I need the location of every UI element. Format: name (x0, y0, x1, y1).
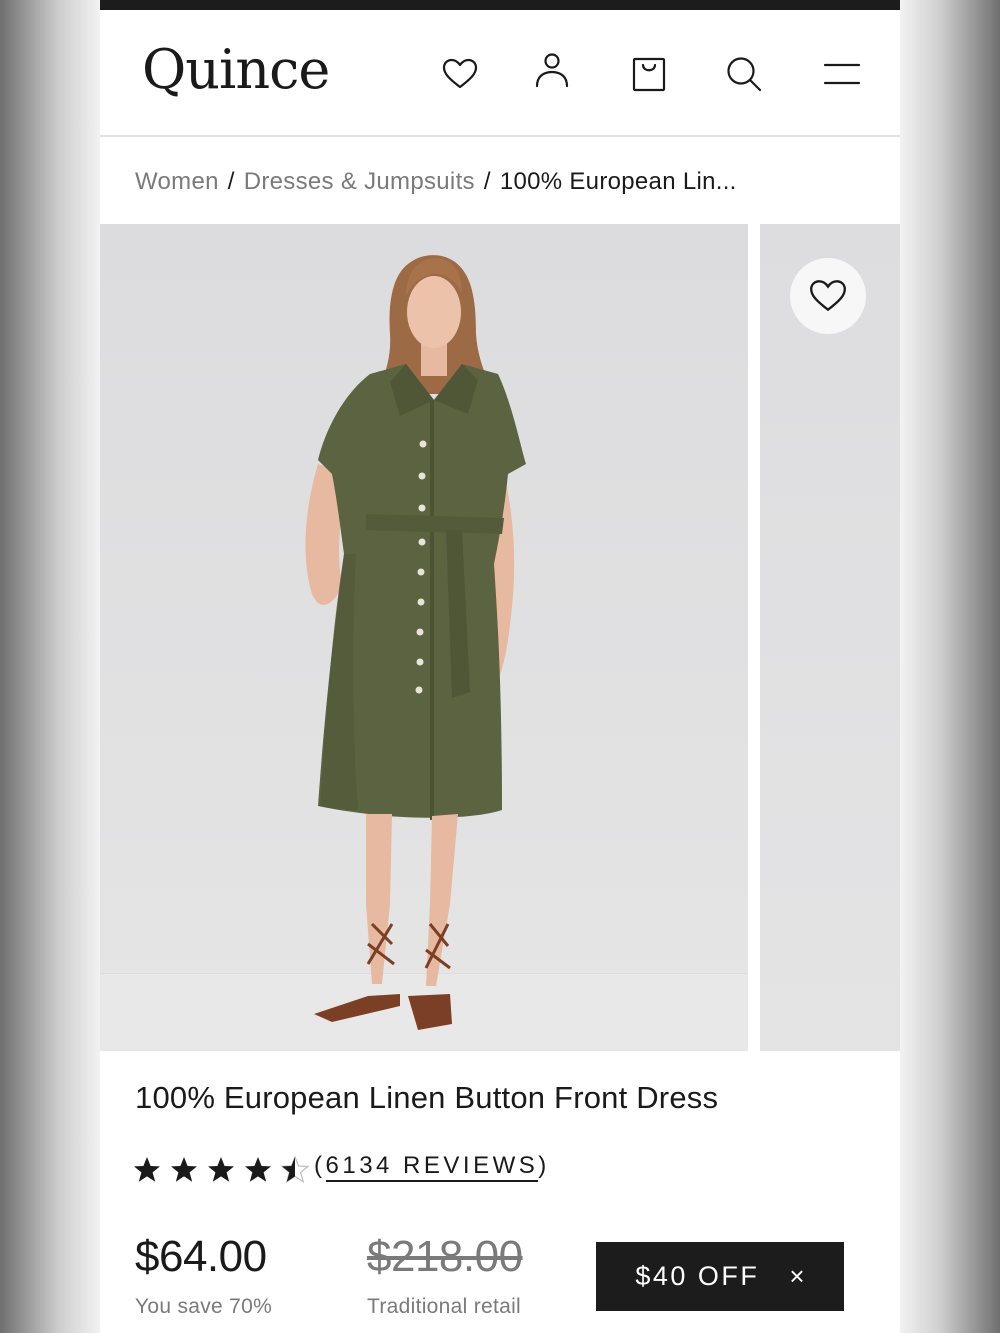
breadcrumb-dresses[interactable]: Dresses & Jumpsuits (244, 168, 475, 195)
breadcrumb-separator: / (483, 168, 491, 195)
reviews-paren-close: ) (538, 1152, 550, 1179)
wishlist-button[interactable] (438, 52, 482, 96)
add-to-wishlist-button[interactable] (790, 258, 866, 334)
breadcrumb-women[interactable]: Women (135, 168, 219, 195)
quince-logo[interactable]: Quince (142, 38, 330, 101)
reviews-paren-open: ( (314, 1152, 326, 1179)
product-image-next[interactable] (760, 224, 900, 1051)
model-wearing-dress (305, 255, 526, 1030)
menu-icon (823, 63, 861, 85)
account-icon (535, 53, 569, 88)
sale-price: $64.00 (135, 1232, 267, 1281)
star-half-icon (280, 1155, 310, 1184)
search-icon (727, 57, 762, 92)
star-full-icon (245, 1157, 271, 1182)
discount-label: $40 OFF (635, 1261, 760, 1291)
status-bar-edge (100, 0, 900, 10)
close-icon[interactable]: × (789, 1261, 804, 1292)
star-full-icon (134, 1157, 160, 1182)
product-page: Quince Women / Dresses & Jumpsuits / 100… (100, 10, 900, 1333)
heart-icon (810, 280, 846, 312)
product-title: 100% European Linen Button Front Dress (135, 1080, 719, 1115)
bag-icon (632, 57, 666, 92)
star-full-icon (171, 1157, 197, 1182)
retail-label: Traditional retail (367, 1295, 522, 1318)
menu-button[interactable] (820, 52, 864, 96)
breadcrumb-separator: / (227, 168, 235, 195)
shopping-bag-button[interactable] (627, 52, 671, 96)
search-button[interactable] (722, 52, 766, 96)
reviews-link[interactable]: (6134 REVIEWS) (314, 1152, 550, 1182)
savings-text: You save 70% (135, 1295, 273, 1318)
star-full-icon (208, 1157, 234, 1182)
site-header: Quince (100, 10, 900, 137)
breadcrumb: Women / Dresses & Jumpsuits / 100% European … (135, 168, 737, 196)
heart-icon (442, 58, 478, 89)
star-rating (130, 1153, 312, 1187)
reviews-count[interactable]: 6134 REVIEWS (325, 1152, 539, 1182)
breadcrumb-current: 100% European Lin... (499, 168, 737, 195)
discount-banner[interactable]: $40 OFF × (596, 1242, 844, 1311)
product-gallery[interactable] (100, 224, 900, 1051)
account-button[interactable] (530, 48, 574, 92)
product-image-main[interactable] (100, 224, 748, 1051)
retail-price: $218.00 (367, 1232, 523, 1281)
